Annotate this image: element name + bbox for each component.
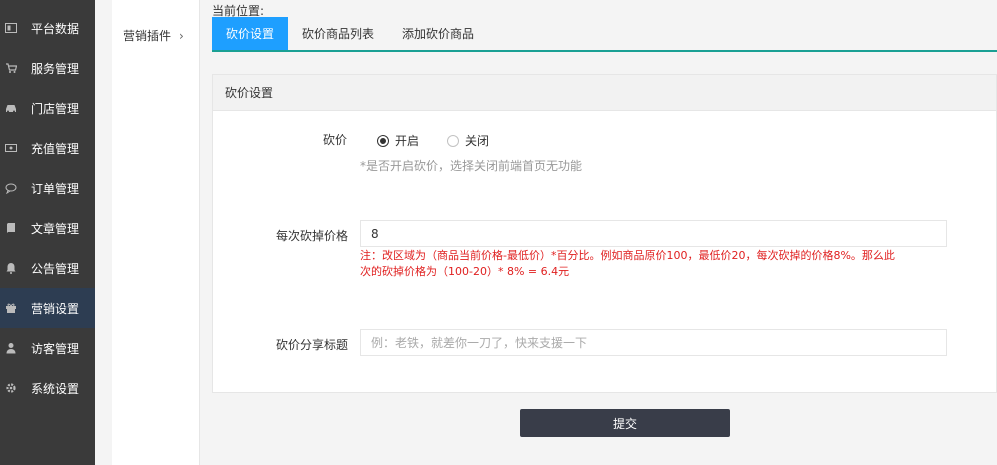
share-title-input[interactable] <box>360 329 947 356</box>
radio-label: 关闭 <box>465 134 490 148</box>
radio-checked-icon <box>377 134 389 147</box>
tab-add-bargain-product[interactable]: 添加砍价商品 <box>388 17 488 50</box>
main-content: 当前位置: 砍价设置 砍价商品列表 添加砍价商品 砍价设置 砍价 开启 关闭 *… <box>200 0 997 465</box>
car-icon <box>5 102 17 114</box>
bargain-label: 砍价 <box>323 133 348 147</box>
bargain-off-radio[interactable]: 关闭 <box>447 132 489 149</box>
user-icon <box>5 342 17 354</box>
gift-icon <box>5 302 17 314</box>
sidebar-item-label: 门店管理 <box>31 101 80 116</box>
sidebar-item-orders[interactable]: 订单管理 <box>0 168 95 208</box>
main-sidebar: 平台数据 服务管理 门店管理 充值管理 订单管理 文章管理 公告管理 营销设置 … <box>0 0 95 465</box>
sidebar-item-label: 系统设置 <box>31 381 80 396</box>
sidebar-item-label: 访客管理 <box>31 341 80 356</box>
tab-bar: 砍价设置 砍价商品列表 添加砍价商品 <box>212 17 997 52</box>
cut-price-note-line1: 注：改区域为（商品当前价格-最低价）*百分比。例如商品原价100，最低价20，每… <box>360 249 895 262</box>
sidebar-item-label: 充值管理 <box>31 141 80 156</box>
sidebar-item-settings[interactable]: 系统设置 <box>0 368 95 408</box>
sidebar-item-label: 订单管理 <box>31 181 80 196</box>
submenu-item-label: 营销插件 <box>123 29 172 43</box>
chevron-right-icon: › <box>179 28 184 43</box>
sidebar-item-visitors[interactable]: 访客管理 <box>0 328 95 368</box>
sidebar-item-store[interactable]: 门店管理 <box>0 88 95 128</box>
cut-price-note: 注：改区域为（商品当前价格-最低价）*百分比。例如商品原价100，最低价20，每… <box>360 248 960 280</box>
book-icon <box>5 222 17 234</box>
wallet-icon <box>5 142 17 154</box>
bargain-on-radio[interactable]: 开启 <box>377 132 419 149</box>
chat-bubble-icon <box>5 182 17 194</box>
sidebar-item-marketing[interactable]: 营销设置 <box>0 288 95 328</box>
cut-price-input[interactable] <box>360 220 947 247</box>
sidebar-item-label: 平台数据 <box>31 21 80 36</box>
tab-bargain-product-list[interactable]: 砍价商品列表 <box>288 17 388 50</box>
cart-icon <box>5 62 17 74</box>
radio-unchecked-icon <box>447 134 459 147</box>
sidebar-item-label: 公告管理 <box>31 261 80 276</box>
bell-icon <box>5 262 17 274</box>
share-title-label: 砍价分享标题 <box>276 338 349 352</box>
app-window: 平台数据 服务管理 门店管理 充值管理 订单管理 文章管理 公告管理 营销设置 … <box>0 0 997 465</box>
sidebar-item-label: 服务管理 <box>31 61 80 76</box>
panel-title: 砍价设置 <box>213 75 996 111</box>
sidebar-item-platform-data[interactable]: 平台数据 <box>0 8 95 48</box>
radio-label: 开启 <box>395 134 420 148</box>
sidebar-item-notices[interactable]: 公告管理 <box>0 248 95 288</box>
sidebar-item-label: 文章管理 <box>31 221 80 236</box>
submenu-item-marketing-plugins[interactable]: 营销插件 › <box>123 27 184 44</box>
settings-panel: 砍价设置 砍价 开启 关闭 *是否开启砍价，选择关闭前端首页无功能 每次砍掉价格… <box>212 74 997 393</box>
sidebar-item-label: 营销设置 <box>31 301 80 316</box>
bargain-hint: *是否开启砍价，选择关闭前端首页无功能 <box>360 159 583 173</box>
tab-bargain-settings[interactable]: 砍价设置 <box>212 17 289 50</box>
cut-price-label: 每次砍掉价格 <box>276 229 349 243</box>
submit-button[interactable]: 提交 <box>520 409 730 437</box>
sidebar-item-recharge[interactable]: 充值管理 <box>0 128 95 168</box>
sidebar-item-articles[interactable]: 文章管理 <box>0 208 95 248</box>
sidebar-item-service[interactable]: 服务管理 <box>0 48 95 88</box>
cut-price-note-line2: 次的砍掉价格为（100-20）* 8% = 6.4元 <box>360 265 570 278</box>
secondary-menu: 营销插件 › <box>112 0 200 465</box>
dashboard-icon <box>5 22 17 34</box>
gear-icon <box>5 382 17 394</box>
